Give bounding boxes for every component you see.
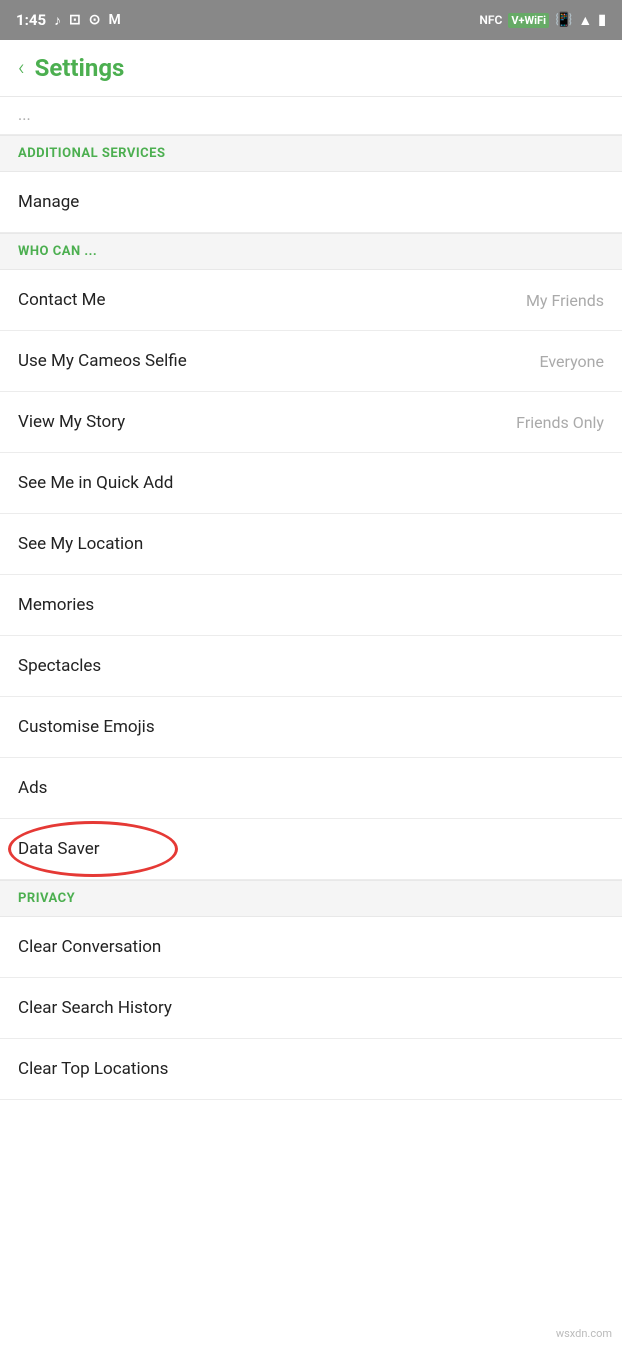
setting-label-see-me-quick-add: See Me in Quick Add — [18, 473, 173, 493]
setting-label-memories: Memories — [18, 595, 94, 615]
status-right: NFC V+WiFi 📳 ▲ ▮ — [479, 12, 606, 29]
wifi-icon: V+WiFi — [508, 13, 549, 28]
section-label-privacy: PRIVACY — [18, 891, 75, 906]
section-header-privacy: PRIVACY — [0, 880, 622, 917]
setting-row-spectacles[interactable]: Spectacles — [0, 636, 622, 697]
setting-row-manage[interactable]: Manage — [0, 172, 622, 233]
setting-label-spectacles: Spectacles — [18, 656, 101, 676]
setting-row-contact-me[interactable]: Contact Me My Friends — [0, 270, 622, 331]
setting-label-manage: Manage — [18, 192, 79, 212]
setting-row-data-saver[interactable]: Data Saver — [0, 819, 622, 880]
back-button[interactable]: ‹ — [18, 56, 25, 81]
setting-row-see-me-quick-add[interactable]: See Me in Quick Add — [0, 453, 622, 514]
watermark: wsxdn.com — [556, 1327, 612, 1340]
instagram2-icon: ⊙ — [89, 12, 101, 28]
setting-label-use-cameos-selfie: Use My Cameos Selfie — [18, 351, 187, 371]
setting-value-view-my-story: Friends Only — [516, 413, 604, 432]
setting-label-ads: Ads — [18, 778, 47, 798]
cropped-section-text: ... — [0, 97, 622, 135]
setting-row-use-cameos-selfie[interactable]: Use My Cameos Selfie Everyone — [0, 331, 622, 392]
section-label-who-can: WHO CAN ... — [18, 244, 97, 259]
setting-row-memories[interactable]: Memories — [0, 575, 622, 636]
status-time: 1:45 — [16, 11, 46, 29]
setting-row-clear-conversation[interactable]: Clear Conversation — [0, 917, 622, 978]
setting-label-view-my-story: View My Story — [18, 412, 125, 432]
setting-label-customise-emojis: Customise Emojis — [18, 717, 155, 737]
signal-icon: ▲ — [578, 12, 592, 29]
cropped-label: ... — [18, 105, 31, 124]
setting-label-data-saver: Data Saver — [18, 839, 100, 859]
setting-value-contact-me: My Friends — [526, 291, 604, 310]
setting-label-contact-me: Contact Me — [18, 290, 106, 310]
setting-label-see-my-location: See My Location — [18, 534, 143, 554]
setting-row-see-my-location[interactable]: See My Location — [0, 514, 622, 575]
setting-row-clear-search-history[interactable]: Clear Search History — [0, 978, 622, 1039]
section-label: ADDITIONAL SERVICES — [18, 146, 166, 161]
instagram-icon: ⊡ — [69, 12, 81, 28]
status-bar: 1:45 ♪ ⊡ ⊙ M NFC V+WiFi 📳 ▲ ▮ — [0, 0, 622, 40]
setting-row-view-my-story[interactable]: View My Story Friends Only — [0, 392, 622, 453]
section-header-who-can: WHO CAN ... — [0, 233, 622, 270]
setting-value-use-cameos-selfie: Everyone — [540, 352, 604, 371]
status-left: 1:45 ♪ ⊡ ⊙ M — [16, 11, 121, 29]
nfc-icon: NFC — [479, 13, 502, 27]
vibrate-icon: 📳 — [555, 12, 572, 28]
gmail-icon: M — [109, 12, 121, 28]
setting-row-ads[interactable]: Ads — [0, 758, 622, 819]
setting-row-customise-emojis[interactable]: Customise Emojis — [0, 697, 622, 758]
setting-label-clear-search-history: Clear Search History — [18, 998, 172, 1018]
battery-icon: ▮ — [598, 12, 606, 28]
page-title: Settings — [35, 54, 125, 82]
setting-label-clear-top-locations: Clear Top Locations — [18, 1059, 168, 1079]
setting-label-clear-conversation: Clear Conversation — [18, 937, 161, 957]
section-header-additional-services: ADDITIONAL SERVICES — [0, 135, 622, 172]
music-icon: ♪ — [54, 12, 61, 29]
setting-row-clear-top-locations[interactable]: Clear Top Locations — [0, 1039, 622, 1100]
settings-header: ‹ Settings — [0, 40, 622, 97]
